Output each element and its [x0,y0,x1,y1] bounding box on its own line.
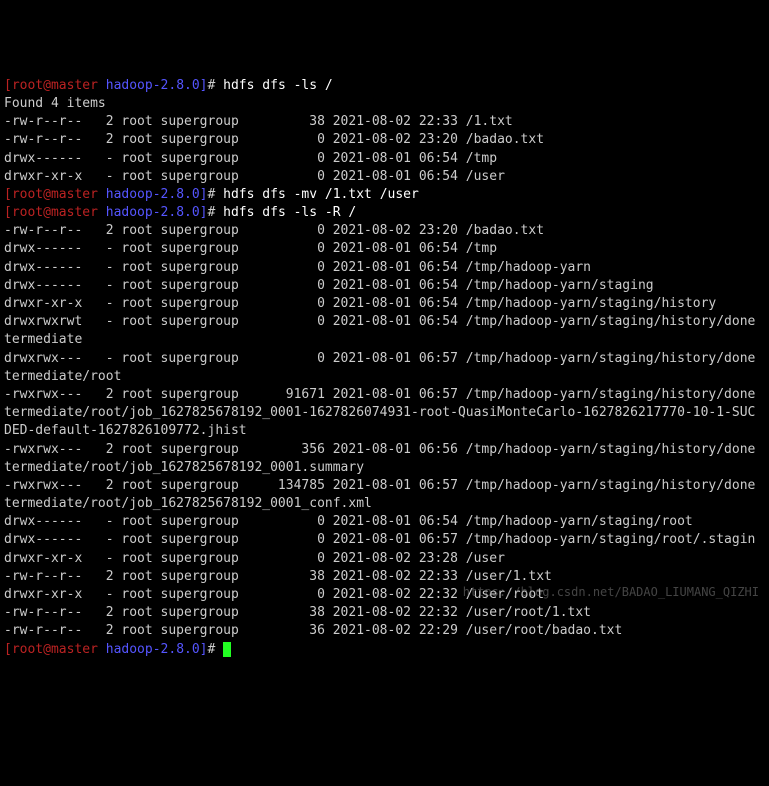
ls-row: drwxr-xr-x - root supergroup 0 2021-08-0… [4,169,505,184]
ls-row: -rw-r--r-- 2 root supergroup 0 2021-08-0… [4,132,544,147]
cursor[interactable] [223,642,231,657]
ls-row: drwx------ - root supergroup 0 2021-08-0… [4,151,497,166]
prompt-dir: hadoop-2.8.0] [98,642,208,657]
ls-row: -rw-r--r-- 2 root supergroup 0 2021-08-0… [4,223,544,238]
prompt-symbol: # [208,642,224,657]
command-3: hdfs dfs -ls -R / [223,205,356,220]
prompt-symbol: # [208,187,224,202]
prompt-user: [root@master [4,78,98,93]
ls-row: -rw-r--r-- 2 root supergroup 38 2021-08-… [4,114,513,129]
ls-row: -rwxrwx--- 2 root supergroup 91671 2021-… [4,387,755,438]
ls-row: -rwxrwx--- 2 root supergroup 134785 2021… [4,478,755,511]
ls-row: drwx------ - root supergroup 0 2021-08-0… [4,532,755,547]
prompt-symbol: # [208,205,224,220]
command-1: hdfs dfs -ls / [223,78,333,93]
ls-row: drwxr-xr-x - root supergroup 0 2021-08-0… [4,551,505,566]
ls-row: drwx------ - root supergroup 0 2021-08-0… [4,514,693,529]
prompt-dir: hadoop-2.8.0] [98,205,208,220]
prompt-dir: hadoop-2.8.0] [98,78,208,93]
ls-row: drwxr-xr-x - root supergroup 0 2021-08-0… [4,296,716,311]
found-line: Found 4 items [4,96,106,111]
prompt-user: [root@master [4,205,98,220]
prompt-user: [root@master [4,642,98,657]
terminal-output[interactable]: [root@master hadoop-2.8.0]# hdfs dfs -ls… [4,77,765,659]
command-2: hdfs dfs -mv /1.txt /user [223,187,419,202]
prompt-user: [root@master [4,187,98,202]
prompt-symbol: # [208,78,224,93]
prompt-dir: hadoop-2.8.0] [98,187,208,202]
ls-row: drwx------ - root supergroup 0 2021-08-0… [4,260,591,275]
ls-row: drwx------ - root supergroup 0 2021-08-0… [4,241,497,256]
ls-row: -rwxrwx--- 2 root supergroup 356 2021-08… [4,442,755,475]
ls-row: -rw-r--r-- 2 root supergroup 38 2021-08-… [4,569,552,584]
watermark: https://blog.csdn.net/BADAO_LIUMANG_QIZH… [463,584,759,601]
ls-row: drwxrwx--- - root supergroup 0 2021-08-0… [4,351,755,384]
ls-row: drwx------ - root supergroup 0 2021-08-0… [4,278,654,293]
ls-row: -rw-r--r-- 2 root supergroup 36 2021-08-… [4,623,622,638]
ls-row: drwxrwxrwt - root supergroup 0 2021-08-0… [4,314,755,347]
ls-row: -rw-r--r-- 2 root supergroup 38 2021-08-… [4,605,591,620]
